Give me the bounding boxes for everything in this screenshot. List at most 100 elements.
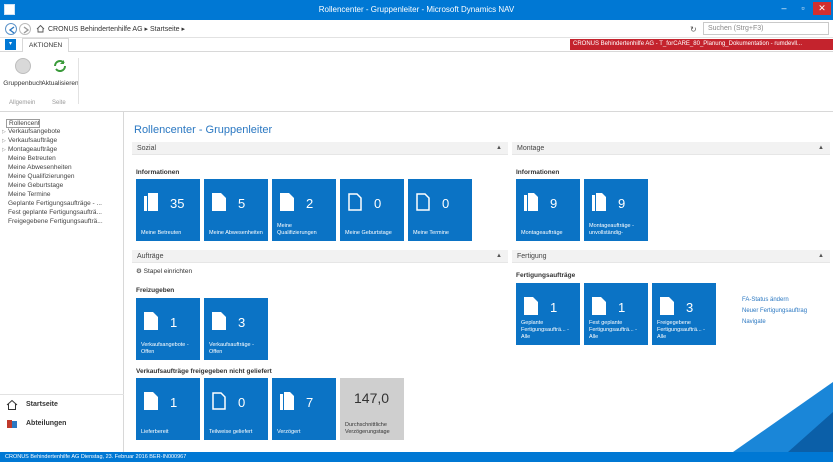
- link-neuer-fertigungsauftrag[interactable]: Neuer Fertigungsauftrag: [742, 308, 807, 314]
- forward-arrow-icon: [23, 26, 30, 34]
- tile-meine-geburtstage[interactable]: 0 Meine Geburtstage: [340, 179, 404, 241]
- empty-document-icon: [212, 392, 226, 410]
- stapel-einrichten-action[interactable]: ⚙ Stapel einrichten: [136, 267, 192, 275]
- title-bar: Rollencenter - Gruppenleiter - Microsoft…: [0, 0, 833, 20]
- expand-arrow-icon[interactable]: ▷: [2, 147, 6, 153]
- tile-label: Montageaufträge: [521, 230, 563, 236]
- breadcrumb-company[interactable]: CRONUS Behindertenhilfe AG: [48, 26, 143, 33]
- home-icon[interactable]: [36, 24, 45, 33]
- tile-value: 0: [442, 196, 450, 211]
- nav-abteilungen[interactable]: Abteilungen: [0, 414, 124, 434]
- expand-arrow-icon[interactable]: ▷: [2, 129, 6, 135]
- gear-icon: ⚙: [136, 268, 142, 275]
- tile-verzoegert[interactable]: 7 Verzögert: [272, 378, 336, 440]
- gruppenbuch-button[interactable]: Gruppenbuch: [3, 58, 43, 87]
- group-title-freizugeben: Freizugeben: [136, 287, 175, 294]
- tile-value: 5: [238, 196, 246, 211]
- close-button[interactable]: ✕: [813, 2, 831, 15]
- nav-item-rollencenter[interactable]: Rollencenter: [6, 119, 40, 128]
- tile-montageauftraege-unvollstaendig[interactable]: 9 Montageaufträge -unvollständig-: [584, 179, 648, 241]
- breadcrumb-page[interactable]: Startseite: [150, 26, 180, 33]
- tile-durchschnittliche-verzoegerungstage[interactable]: 147,0 Durchschnittliche Verzögerungstage: [340, 378, 404, 440]
- tile-value: 3: [238, 315, 246, 330]
- ribbon-separator: [78, 58, 79, 104]
- tile-label: Geplante Fertigungsaufträ... - Alle: [521, 320, 569, 340]
- link-fa-status-aendern[interactable]: FA-Status ändern: [742, 297, 789, 303]
- refresh-icon[interactable]: ↻: [690, 25, 697, 34]
- gruppenbuch-label: Gruppenbuch: [3, 80, 43, 87]
- departments-icon: [7, 420, 17, 428]
- nav-item-meine-qualifizierungen[interactable]: Meine Qualifizierungen: [8, 173, 122, 180]
- back-button[interactable]: [5, 23, 17, 35]
- tile-label: Durchschnittliche Verzögerungstage: [345, 422, 390, 435]
- collapse-icon[interactable]: ▲: [818, 253, 824, 259]
- tile-label: Verzögert: [277, 429, 301, 435]
- tile-label: Freigegebene Fertigungsaufträ... - Alle: [657, 320, 705, 340]
- nav-startseite-label: Startseite: [26, 401, 58, 408]
- document-icon: [592, 297, 606, 315]
- nav-item-geplante-fertigungsauftraege[interactable]: Geplante Fertigungsaufträge - ...: [8, 200, 122, 207]
- tile-value: 1: [170, 315, 178, 330]
- tile-verkaufsauftraege-offen[interactable]: 3 Verkaufsaufträge - Offen: [204, 298, 268, 360]
- link-navigate[interactable]: Navigate: [742, 319, 766, 325]
- tile-value: 9: [550, 196, 558, 211]
- tile-meine-termine[interactable]: 0 Meine Termine: [408, 179, 472, 241]
- tile-verkaufsangebote-offen[interactable]: 1 Verkaufsangebote - Offen: [136, 298, 200, 360]
- collapse-icon[interactable]: ▲: [496, 253, 502, 259]
- tile-value: 7: [306, 395, 314, 410]
- search-input[interactable]: Suchen (Strg+F3): [703, 22, 829, 35]
- tile-meine-qualifizierungen[interactable]: 2 Meine Qualifizierungen: [272, 179, 336, 241]
- forward-button[interactable]: [19, 23, 31, 35]
- document-stack-icon: [280, 392, 294, 410]
- section-header-sozial[interactable]: Sozial ▲: [132, 142, 508, 155]
- empty-document-icon: [416, 193, 430, 211]
- tile-label: Fest geplante Fertigungsaufträ... - Alle: [589, 320, 637, 340]
- tile-value: 35: [170, 196, 185, 211]
- tile-value: 1: [618, 300, 626, 315]
- ribbon: Gruppenbuch Aktualisieren Allgemein Seit…: [0, 52, 833, 112]
- expand-arrow-icon[interactable]: ▷: [2, 138, 6, 144]
- collapse-icon[interactable]: ▲: [818, 145, 824, 151]
- nav-item-meine-geburtstage[interactable]: Meine Geburtstage: [8, 182, 122, 189]
- nav-item-meine-abwesenheiten[interactable]: Meine Abwesenheiten: [8, 164, 122, 171]
- company-banner: CRONUS Behindertenhilfe AG - T_forCARE_8…: [570, 39, 833, 50]
- tab-aktionen[interactable]: AKTIONEN: [22, 38, 70, 52]
- window-title: Rollencenter - Gruppenleiter - Microsoft…: [318, 5, 515, 14]
- nav-item-montageauftraege[interactable]: Montageaufträge: [8, 146, 122, 153]
- nav-item-meine-termine[interactable]: Meine Termine: [8, 191, 122, 198]
- tile-value: 147,0: [354, 390, 390, 406]
- nav-item-meine-betreuten[interactable]: Meine Betreuten: [8, 155, 122, 162]
- address-bar: CRONUS Behindertenhilfe AG ▸ Startseite …: [0, 20, 833, 38]
- document-stack-icon: [144, 193, 158, 211]
- tile-freigegebene-fertigungsauftraege[interactable]: 3 Freigegebene Fertigungsaufträ... - All…: [652, 283, 716, 345]
- nav-item-verkaufsauftraege[interactable]: Verkaufsaufträge: [8, 137, 122, 144]
- section-header-montage[interactable]: Montage ▲: [512, 142, 830, 155]
- document-icon: [144, 312, 158, 330]
- aktualisieren-button[interactable]: Aktualisieren: [40, 58, 80, 87]
- collapse-icon[interactable]: ▲: [496, 145, 502, 151]
- main-content: Rollencenter - Gruppenleiter Sozial ▲ In…: [124, 112, 833, 452]
- nav-item-verkaufsangebote[interactable]: Verkaufsangebote: [8, 128, 122, 135]
- nav-item-freigegebene-fertigungsauftraege[interactable]: Freigegebene Fertigungsaufträ...: [8, 218, 122, 225]
- tile-value: 1: [170, 395, 178, 410]
- file-menu-button[interactable]: ▾: [5, 39, 16, 50]
- tile-label: Meine Qualifizierungen: [277, 223, 317, 236]
- document-icon: [524, 297, 538, 315]
- tile-fest-geplante-fertigungsauftraege[interactable]: 1 Fest geplante Fertigungsaufträ... - Al…: [584, 283, 648, 345]
- tile-label: Verkaufsaufträge - Offen: [209, 342, 254, 355]
- tile-geplante-fertigungsauftraege[interactable]: 1 Geplante Fertigungsaufträ... - Alle: [516, 283, 580, 345]
- maximize-button[interactable]: ▫: [794, 2, 812, 15]
- nav-startseite[interactable]: Startseite: [0, 394, 124, 414]
- tile-label: Meine Abwesenheiten: [209, 230, 263, 236]
- tile-value: 0: [374, 196, 382, 211]
- section-header-fertigung[interactable]: Fertigung ▲: [512, 250, 830, 263]
- tile-meine-betreuten[interactable]: 35 Meine Betreuten: [136, 179, 200, 241]
- tile-montageauftraege[interactable]: 9 Montageaufträge: [516, 179, 580, 241]
- minimize-button[interactable]: –: [775, 2, 793, 15]
- breadcrumb-separator: ▸: [144, 26, 149, 33]
- tile-lieferbereit[interactable]: 1 Lieferbereit: [136, 378, 200, 440]
- tile-teilweise-geliefert[interactable]: 0 Teilweise geliefert: [204, 378, 268, 440]
- tile-meine-abwesenheiten[interactable]: 5 Meine Abwesenheiten: [204, 179, 268, 241]
- nav-item-fest-geplante-fertigungsauftraege[interactable]: Fest geplante Fertigungsaufträ...: [8, 209, 122, 216]
- section-header-auftraege[interactable]: Aufträge ▲: [132, 250, 508, 263]
